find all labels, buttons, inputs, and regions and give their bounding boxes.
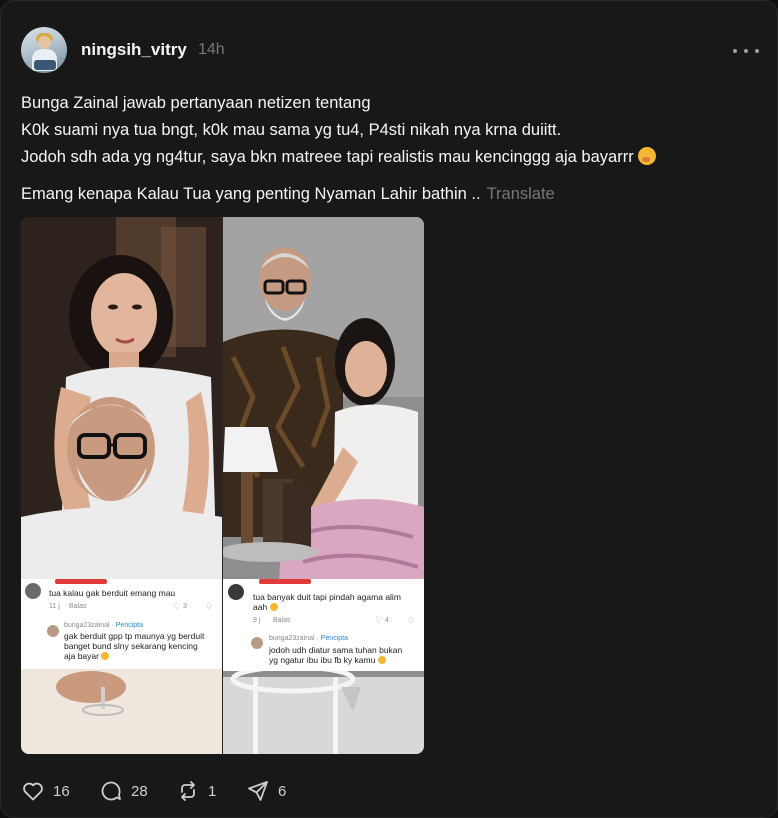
comment-time: 11 j — [49, 603, 60, 610]
reply-text-2: yg ngatur ibu ibu fb ky kamu — [269, 655, 386, 665]
comment-reply-label: Balas — [69, 603, 87, 610]
comment-likes: 4 — [385, 617, 389, 624]
like-button[interactable]: 16 — [21, 779, 70, 803]
photo-right: tua banyak duit tapi pindah agama alim a… — [223, 217, 424, 754]
post-time: 14h — [198, 41, 225, 58]
comment-likes: 3 — [183, 603, 187, 610]
comment-icon — [101, 781, 121, 801]
translate-link[interactable]: Translate — [487, 185, 555, 203]
heart-icon: ♡ — [173, 601, 182, 611]
repost-count: 1 — [208, 782, 217, 800]
heart-icon: ♡ — [375, 615, 384, 625]
reply-author: bunga23zainal · Pencipta — [64, 622, 144, 629]
reply-author: bunga23zainal · Pencipta — [269, 635, 349, 642]
post-text-line-4: Emang kenapa Kalau Tua yang penting Nyam… — [21, 185, 555, 203]
comment-text-1: tua banyak duit tapi pindah agama alim — [253, 592, 401, 602]
face-with-hand-over-mouth-icon — [637, 147, 656, 165]
dislike-icon: ♢ — [205, 601, 214, 611]
reply-button[interactable]: 28 — [99, 779, 148, 803]
share-icon — [248, 781, 268, 801]
post-image[interactable]: tua kalau gak berduit emang mau 11 j Bal… — [21, 217, 424, 754]
comment-screenshot-right: tua banyak duit tapi pindah agama alim a… — [223, 579, 424, 671]
photo-left: tua kalau gak berduit emang mau 11 j Bal… — [21, 217, 222, 754]
comment-text-2: aah — [253, 602, 278, 612]
comment-reply-label: Balas — [273, 617, 291, 624]
comment-text: tua kalau gak berduit emang mau — [49, 588, 176, 598]
reply-text-3: aja bayar — [64, 651, 110, 661]
like-count: 16 — [53, 782, 70, 800]
comment-screenshot-left: tua kalau gak berduit emang mau 11 j Bal… — [21, 579, 222, 669]
repost-button[interactable]: 1 — [176, 779, 216, 803]
threads-post: ningsih_vitry 14h Bunga Zainal jawab per… — [0, 0, 778, 818]
share-count: 6 — [278, 782, 287, 800]
reply-text-1: gak berduit gpp tp maunya yg berduit — [64, 631, 205, 641]
post-text-line-2: K0k suami nya tua bngt, k0k mau sama yg … — [21, 121, 562, 139]
comment-time: 9 j — [253, 617, 261, 624]
reply-count: 28 — [131, 782, 148, 800]
more-options-icon[interactable] — [733, 41, 759, 61]
avatar[interactable] — [21, 27, 67, 73]
post-text-line-3: Jodoh sdh ada yg ng4tur, saya bkn matree… — [21, 147, 656, 167]
share-button[interactable]: 6 — [246, 779, 286, 803]
repost-icon — [181, 781, 195, 801]
dislike-icon: ♢ — [407, 615, 416, 625]
reply-text-2: banget bund slny sekarang kencing — [64, 641, 198, 651]
reply-text-1: jodoh udh diatur sama tuhan bukan — [269, 645, 403, 655]
post-text-line-1: Bunga Zainal jawab pertanyaan netizen te… — [21, 94, 371, 112]
heart-icon — [23, 782, 43, 801]
username[interactable]: ningsih_vitry — [81, 40, 187, 60]
